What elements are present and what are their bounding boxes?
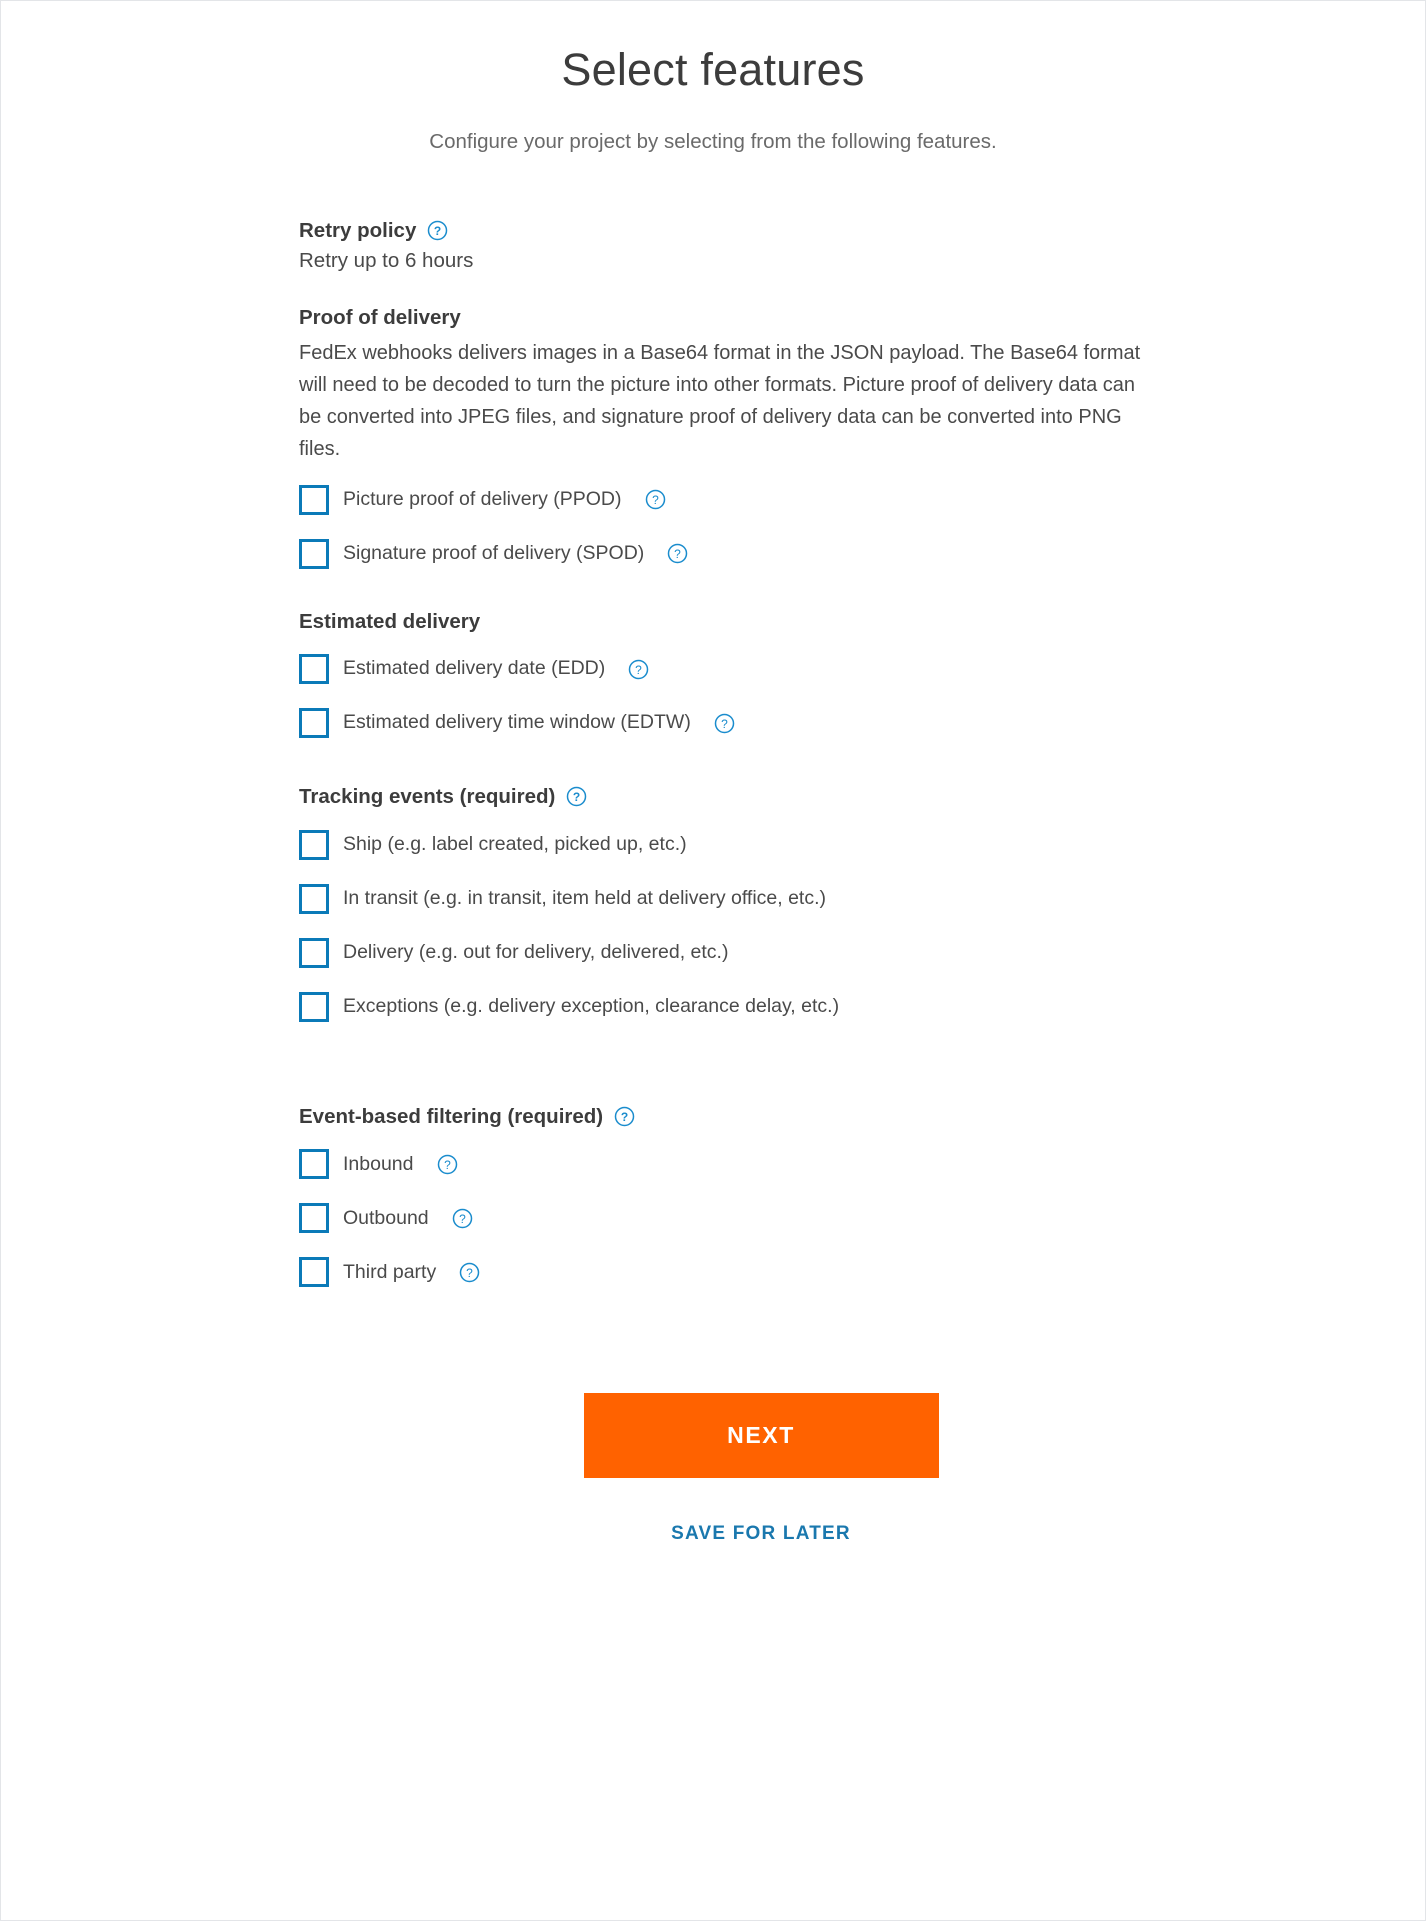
checkbox-label-inbound: Inbound [343, 1152, 414, 1175]
tracking-events-heading-label: Tracking events (required) [299, 785, 556, 809]
help-circle-icon[interactable]: ? [714, 713, 735, 734]
checkbox-row-delivery[interactable]: Delivery (e.g. out for delivery, deliver… [299, 936, 1223, 970]
svg-text:?: ? [573, 790, 580, 804]
checkbox-row-in-transit[interactable]: In transit (e.g. in transit, item held a… [299, 882, 1223, 916]
help-circle-icon[interactable]: ? [614, 1106, 635, 1127]
proof-of-delivery-options: Picture proof of delivery (PPOD) ? Signa… [299, 483, 1223, 571]
checkbox-row-ppod[interactable]: Picture proof of delivery (PPOD) ? [299, 483, 1223, 517]
checkbox-label-outbound: Outbound [343, 1206, 429, 1229]
section-retry-policy: Retry policy ? Retry up to 6 hours [299, 218, 1223, 275]
checkbox-label-ppod: Picture proof of delivery (PPOD) [343, 487, 622, 510]
checkbox-in-transit[interactable] [299, 883, 329, 914]
checkbox-label-delivery: Delivery (e.g. out for delivery, deliver… [343, 941, 729, 964]
retry-policy-heading: Retry policy ? [299, 218, 1223, 244]
svg-text:?: ? [674, 547, 681, 561]
help-circle-icon[interactable]: ? [566, 786, 587, 807]
page-subtitle: Configure your project by selecting from… [429, 130, 997, 153]
retry-policy-heading-label: Retry policy [299, 218, 417, 242]
checkbox-label-ship: Ship (e.g. label created, picked up, etc… [343, 833, 687, 856]
svg-text:?: ? [444, 1158, 451, 1172]
help-circle-icon[interactable]: ? [667, 543, 688, 564]
checkbox-ppod[interactable] [299, 484, 329, 515]
section-estimated-delivery: Estimated delivery Estimated delivery da… [299, 609, 1223, 741]
checkbox-label-spod: Signature proof of delivery (SPOD) [343, 541, 645, 564]
checkbox-label-edd: Estimated delivery date (EDD) [343, 657, 606, 680]
checkbox-inbound[interactable] [299, 1149, 329, 1180]
svg-text:?: ? [466, 1266, 473, 1280]
svg-text:?: ? [434, 224, 441, 238]
help-circle-icon[interactable]: ? [452, 1208, 473, 1229]
proof-of-delivery-description: FedEx webhooks delivers images in a Base… [299, 341, 1141, 460]
select-features-page: Select features Configure your project b… [0, 0, 1426, 1921]
section-proof-of-delivery: Proof of delivery FedEx webhooks deliver… [299, 305, 1223, 571]
checkbox-exceptions[interactable] [299, 991, 329, 1022]
checkbox-row-ship[interactable]: Ship (e.g. label created, picked up, etc… [299, 828, 1223, 862]
estimated-delivery-heading: Estimated delivery [299, 609, 1223, 635]
tracking-events-heading: Tracking events (required) ? [299, 784, 1223, 810]
checkbox-row-edtw[interactable]: Estimated delivery time window (EDTW) ? [299, 706, 1223, 740]
estimated-delivery-options: Estimated delivery date (EDD) ? Estimate… [299, 652, 1223, 740]
proof-of-delivery-heading: Proof of delivery [299, 305, 1223, 331]
checkbox-edtw[interactable] [299, 708, 329, 739]
checkbox-edd[interactable] [299, 654, 329, 685]
svg-text:?: ? [652, 493, 659, 507]
tracking-events-options: Ship (e.g. label created, picked up, etc… [299, 828, 1223, 1024]
checkbox-row-spod[interactable]: Signature proof of delivery (SPOD) ? [299, 537, 1223, 571]
section-tracking-events: Tracking events (required) ? Ship (e.g. … [299, 784, 1223, 1024]
event-based-filtering-heading: Event-based filtering (required) ? [299, 1104, 1223, 1130]
features-form: Retry policy ? Retry up to 6 hours Proof… [143, 218, 1283, 1546]
help-circle-icon[interactable]: ? [459, 1262, 480, 1283]
save-for-later-link[interactable]: SAVE FOR LATER [299, 1523, 1223, 1545]
checkbox-outbound[interactable] [299, 1203, 329, 1234]
svg-text:?: ? [459, 1212, 466, 1226]
next-button[interactable]: NEXT [583, 1393, 939, 1479]
svg-text:?: ? [721, 717, 728, 731]
event-based-filtering-options: Inbound ? Outbound ? Third party ? [299, 1147, 1223, 1289]
checkbox-label-in-transit: In transit (e.g. in transit, item held a… [343, 887, 827, 910]
checkbox-ship[interactable] [299, 829, 329, 860]
estimated-delivery-heading-label: Estimated delivery [299, 609, 481, 633]
svg-text:?: ? [635, 663, 642, 677]
checkbox-label-exceptions: Exceptions (e.g. delivery exception, cle… [343, 995, 840, 1018]
svg-text:?: ? [621, 1110, 628, 1124]
checkbox-row-outbound[interactable]: Outbound ? [299, 1201, 1223, 1235]
checkbox-spod[interactable] [299, 538, 329, 569]
help-circle-icon[interactable]: ? [628, 659, 649, 680]
form-actions: NEXT SAVE FOR LATER [299, 1393, 1223, 1545]
page-title: Select features [561, 44, 865, 95]
retry-policy-value: Retry up to 6 hours [299, 249, 474, 273]
proof-of-delivery-heading-label: Proof of delivery [299, 305, 461, 329]
help-circle-icon[interactable]: ? [437, 1154, 458, 1175]
help-circle-icon[interactable]: ? [645, 489, 666, 510]
checkbox-row-exceptions[interactable]: Exceptions (e.g. delivery exception, cle… [299, 990, 1223, 1024]
checkbox-row-third-party[interactable]: Third party ? [299, 1255, 1223, 1289]
section-event-based-filtering: Event-based filtering (required) ? Inbou… [299, 1104, 1223, 1290]
checkbox-third-party[interactable] [299, 1257, 329, 1288]
checkbox-label-third-party: Third party [343, 1260, 437, 1283]
help-circle-icon[interactable]: ? [427, 220, 448, 241]
checkbox-row-inbound[interactable]: Inbound ? [299, 1147, 1223, 1181]
checkbox-delivery[interactable] [299, 937, 329, 968]
event-based-filtering-heading-label: Event-based filtering (required) [299, 1104, 604, 1128]
checkbox-label-edtw: Estimated delivery time window (EDTW) [343, 711, 691, 734]
checkbox-row-edd[interactable]: Estimated delivery date (EDD) ? [299, 652, 1223, 686]
